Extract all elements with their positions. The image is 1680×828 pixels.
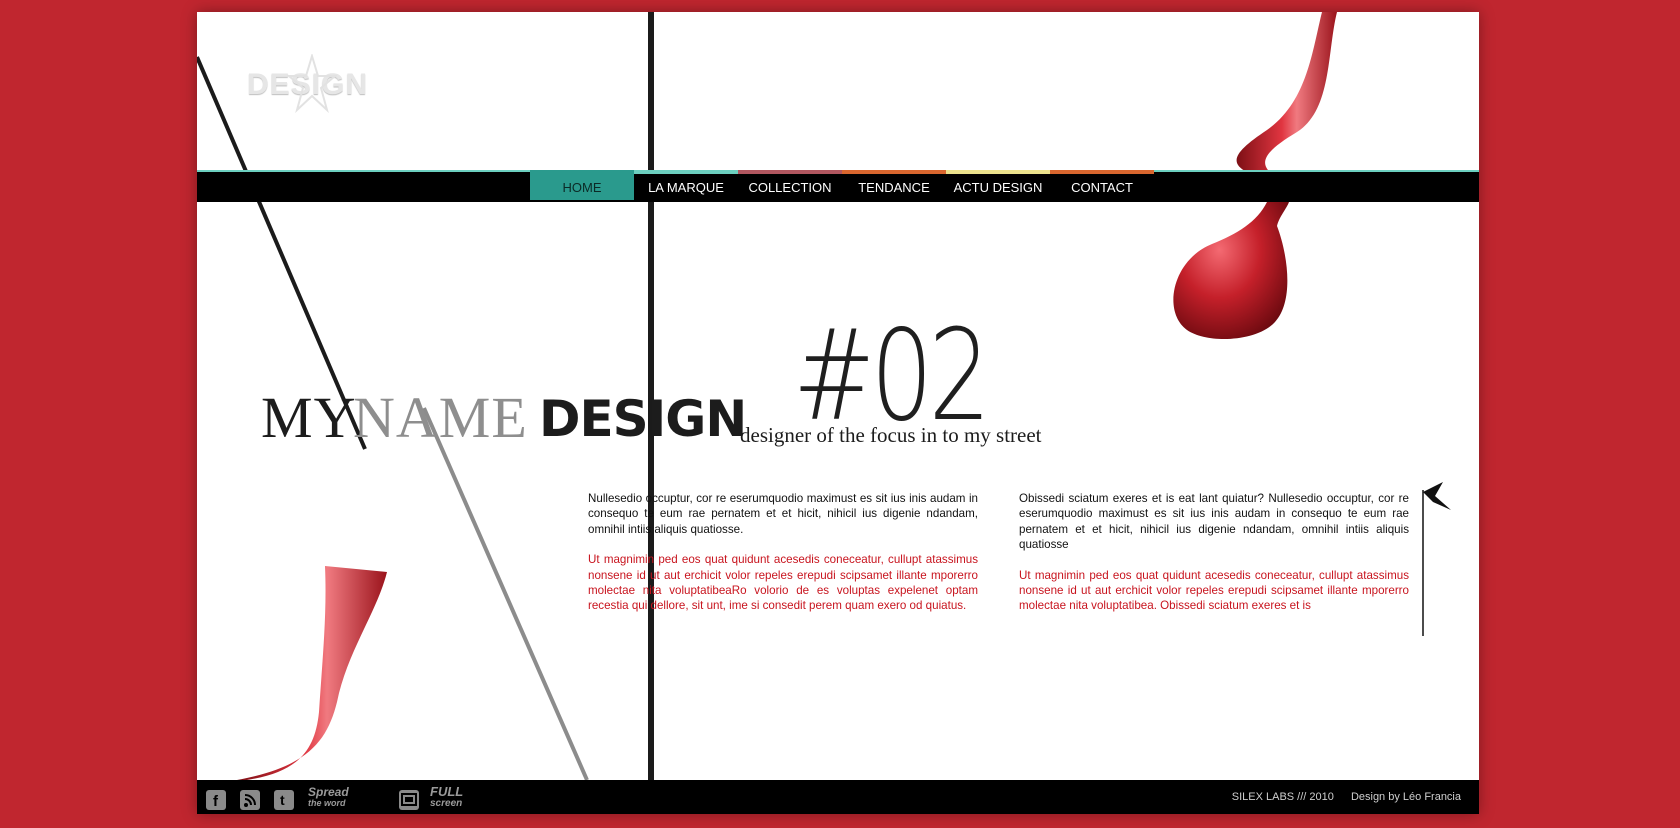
- headline-my: MY: [261, 385, 357, 450]
- nav-label: CONTACT: [1071, 180, 1133, 195]
- headline-design: DESIGN: [539, 390, 747, 448]
- scrollbar[interactable]: [1421, 480, 1455, 640]
- nav-accent: [842, 170, 946, 174]
- highlight-paragraph: Ut magnimin ped eos quat quidunt acesedi…: [1019, 568, 1409, 613]
- intro-paragraph: Obissedi sciatum exeres et is eat lant q…: [1019, 492, 1409, 552]
- nav-label: TENDANCE: [858, 180, 930, 195]
- highlight-paragraph: Ut magnimin ped eos quat quidunt acesedi…: [588, 553, 978, 613]
- svg-text:f: f: [213, 793, 219, 810]
- designer-credit[interactable]: Design by Léo Francia: [1351, 791, 1461, 803]
- twitter-icon[interactable]: t: [274, 790, 294, 810]
- nav-collection[interactable]: COLLECTION: [738, 170, 842, 200]
- nav-label: LA MARQUE: [648, 180, 724, 195]
- nav-label: ACTU DESIGN: [953, 180, 1043, 195]
- fullscreen-icon[interactable]: [399, 790, 419, 810]
- footer-bar: f t Spread the word FULL screen SILEX LA…: [197, 780, 1479, 814]
- spread-label: Spread: [308, 785, 349, 799]
- tagline: designer of the focus in to my street: [740, 423, 1042, 447]
- red-lamp-shade: [1173, 202, 1289, 340]
- footer-credits: SILEX LABS /// 2010 Design by Léo Franci…: [1218, 791, 1461, 803]
- red-vase: [237, 566, 387, 780]
- nav-tendance[interactable]: TENDANCE: [842, 170, 946, 200]
- rss-icon[interactable]: [240, 790, 260, 810]
- nav-label: COLLECTION: [748, 180, 832, 195]
- the-word-label: the word: [308, 798, 346, 808]
- scroll-flag-icon: [1423, 482, 1451, 510]
- diagonal-line-grey: [422, 407, 589, 781]
- red-lamp-stem: [1236, 12, 1337, 174]
- svg-text:t: t: [280, 792, 285, 808]
- nav-accent: [738, 170, 842, 174]
- nav-accent: [946, 170, 1050, 174]
- logo-star-icon: [287, 54, 337, 114]
- intro-paragraph: Nullesedio occuptur, cor re eserumquodio…: [588, 492, 978, 536]
- full-label: FULL: [430, 784, 464, 799]
- content-column-left: Nullesedio occuptur, cor re eserumquodio…: [588, 491, 978, 629]
- page-frame: DESIGN HOME LA MARQUE COLLECTION TENDANC…: [197, 12, 1479, 814]
- copyright-text: SILEX LABS /// 2010: [1231, 791, 1334, 803]
- screen-label: screen: [430, 798, 463, 809]
- nav-actu-design[interactable]: ACTU DESIGN: [946, 170, 1050, 200]
- nav-contact[interactable]: CONTACT: [1050, 170, 1154, 200]
- content-column-right: Obissedi sciatum exeres et is eat lant q…: [1019, 491, 1409, 629]
- nav-accent: [530, 170, 634, 174]
- nav-home[interactable]: HOME: [530, 170, 634, 200]
- nav-accent: [634, 170, 738, 174]
- nav-accent: [1050, 170, 1154, 174]
- nav-label: HOME: [562, 180, 602, 195]
- nav-la-marque[interactable]: LA MARQUE: [634, 170, 738, 200]
- headline-name: NAME: [353, 385, 528, 450]
- facebook-icon[interactable]: f: [206, 790, 226, 810]
